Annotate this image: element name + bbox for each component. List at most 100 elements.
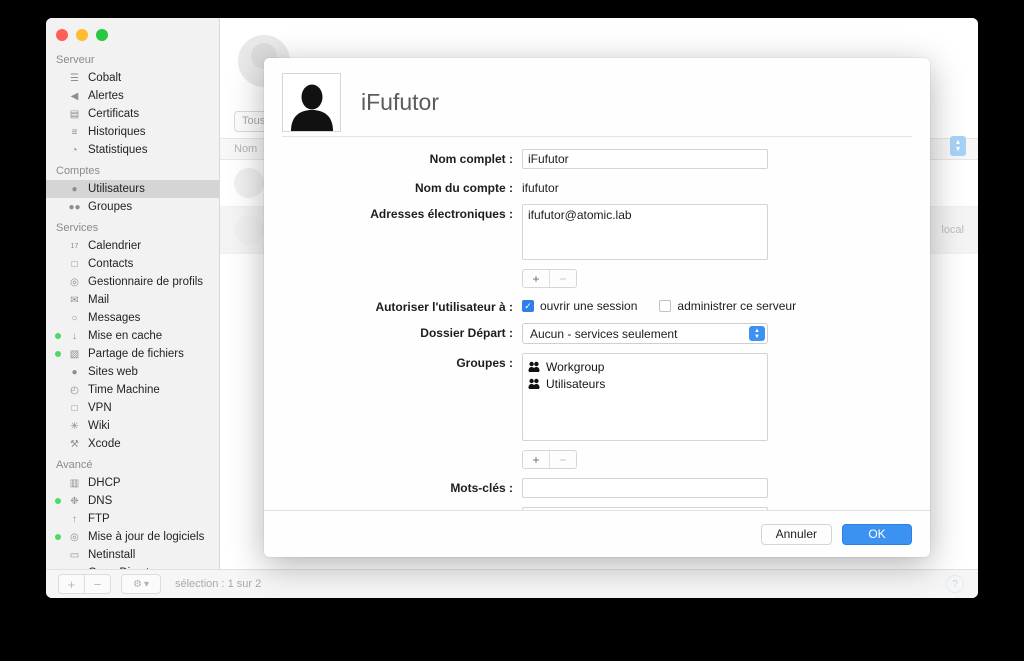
- sidebar-item-label: Netinstall: [88, 549, 136, 561]
- checkbox-admin[interactable]: [659, 300, 672, 312]
- sidebar-item-statistiques[interactable]: ◔ Statistiques: [46, 141, 219, 159]
- caching-icon: ↓: [72, 330, 77, 342]
- sidebar-group-title: Avancé: [56, 459, 93, 471]
- minimize-button[interactable]: [76, 29, 88, 41]
- status-dot: [55, 111, 61, 117]
- full-name-input[interactable]: iFufutor: [522, 149, 768, 169]
- ftp-icon: ↑: [72, 513, 77, 525]
- remove-email-button[interactable]: −: [550, 270, 576, 287]
- remove-user-button[interactable]: −: [85, 575, 110, 593]
- sidebar-item-sites-web[interactable]: ● Sites web: [46, 363, 219, 381]
- checkbox-login[interactable]: ✓: [522, 300, 534, 312]
- sidebar-item-alertes[interactable]: ◀ Alertes: [46, 87, 219, 105]
- status-dot: [55, 516, 61, 522]
- status-dot: [55, 480, 61, 486]
- close-button[interactable]: [56, 29, 68, 41]
- cancel-button[interactable]: Annuler: [760, 523, 832, 545]
- status-dot: [55, 186, 61, 192]
- status-dot: [55, 387, 61, 393]
- sidebar-item-label: Alertes: [88, 90, 124, 102]
- status-bar: + − ⚙ ▾ sélection : 1 sur 2 ?: [46, 569, 978, 598]
- calendar-icon: 17: [70, 242, 79, 250]
- sidebar-item-time-machine[interactable]: ◴ Time Machine: [46, 381, 219, 399]
- sidebar-item-utilisateurs[interactable]: ● Utilisateurs: [46, 180, 219, 198]
- add-user-button[interactable]: +: [59, 575, 85, 593]
- add-email-button[interactable]: +: [523, 270, 550, 287]
- status-dot: [55, 351, 61, 357]
- status-dot: [55, 297, 61, 303]
- status-dot: [55, 75, 61, 81]
- sidebar-item-groupes[interactable]: ●● Groupes: [46, 198, 219, 216]
- avatar: [234, 168, 264, 198]
- list-item[interactable]: Workgroup: [528, 358, 762, 375]
- sidebar-item-gestionnaire-de-profils[interactable]: ◎ Gestionnaire de profils: [46, 273, 219, 291]
- sidebar-item-dns[interactable]: ❉ DNS: [46, 492, 219, 510]
- sidebar-item-contacts[interactable]: □ Contacts: [46, 255, 219, 273]
- page-title: iFufutor: [361, 88, 439, 115]
- sidebar-item-historiques[interactable]: ≡ Historiques: [46, 123, 219, 141]
- sidebar-item-vpn[interactable]: □ VPN: [46, 399, 219, 417]
- time-machine-icon: ◴: [70, 384, 79, 396]
- sidebar-item-wiki[interactable]: ✳ Wiki: [46, 417, 219, 435]
- sidebar-item-messages[interactable]: ○ Messages: [46, 309, 219, 327]
- groups-list[interactable]: Workgroup Utilisateurs: [522, 353, 768, 441]
- sidebar-group-title: Services: [56, 222, 99, 234]
- messages-icon: ○: [71, 312, 78, 324]
- sidebar-item-calendrier[interactable]: 17 Calendrier: [46, 237, 219, 255]
- sidebar-item-label: VPN: [88, 402, 112, 414]
- sidebar-item-partage-de-fichiers[interactable]: ▧ Partage de fichiers: [46, 345, 219, 363]
- add-group-button[interactable]: +: [523, 451, 550, 468]
- netinstall-icon: ▭: [69, 549, 80, 561]
- chevron-down-icon: ▼: [954, 146, 962, 153]
- groups-add-remove-control[interactable]: + −: [522, 450, 577, 469]
- sidebar-item-dhcp[interactable]: ▥ DHCP: [46, 474, 219, 492]
- sidebar-item-netinstall[interactable]: ▭ Netinstall: [46, 546, 219, 564]
- field-label: Autoriser l'utilisateur à :: [375, 300, 513, 314]
- group-name: Utilisateurs: [546, 376, 606, 391]
- sidebar-item-mise-en-cache[interactable]: ↓ Mise en cache: [46, 327, 219, 345]
- stepper-control[interactable]: ▲ ▼: [950, 136, 966, 156]
- field-label: Adresses électroniques :: [370, 207, 513, 221]
- software-update-icon: ◎: [70, 531, 79, 543]
- sidebar-item-label: Contacts: [88, 258, 134, 270]
- sidebar-item-ftp[interactable]: ↑ FTP: [46, 510, 219, 528]
- keywords-input[interactable]: [522, 478, 768, 498]
- user-edit-dialog: iFufutor Nom complet : iFufutor Nom du c…: [264, 58, 930, 557]
- chevron-updown-icon: ▲ ▼: [749, 326, 765, 341]
- user-silhouette-icon[interactable]: [282, 72, 341, 132]
- remove-group-button[interactable]: −: [550, 451, 576, 468]
- sidebar-item-label: Wiki: [88, 420, 110, 432]
- action-gear-menu[interactable]: ⚙ ▾: [121, 574, 161, 594]
- field-keywords: Mots-clés :: [264, 478, 930, 498]
- field-allow-user: Autoriser l'utilisateur à : ✓ ouvrir une…: [264, 297, 930, 314]
- sidebar-item-xcode[interactable]: ⚒ Xcode: [46, 435, 219, 453]
- window-controls[interactable]: [56, 29, 108, 41]
- help-button[interactable]: ?: [946, 575, 964, 593]
- home-folder-select[interactable]: Aucun - services seulement ▲ ▼: [522, 323, 768, 344]
- emails-input[interactable]: ifufutor@atomic.lab: [522, 204, 768, 260]
- zoom-button[interactable]: [96, 29, 108, 41]
- sidebar-item-label: Cobalt: [88, 72, 122, 84]
- field-label: Nom du compte :: [415, 181, 513, 195]
- sidebar: Serveur ☰ Cobalt ◀ Alertes ▤ Certificats ≡ Histo…: [46, 18, 220, 569]
- list-item[interactable]: Utilisateurs: [528, 375, 762, 392]
- group-icon: ●●: [68, 201, 81, 213]
- emails-add-remove-control[interactable]: + −: [522, 269, 577, 288]
- vpn-icon: □: [71, 402, 78, 414]
- sidebar-item-label: Sites web: [88, 366, 138, 378]
- field-label: Dossier Départ :: [420, 326, 513, 340]
- selection-status: sélection : 1 sur 2: [175, 578, 262, 590]
- status-dot: [55, 93, 61, 99]
- notes-input[interactable]: [522, 507, 768, 510]
- mail-icon: ✉: [70, 294, 79, 306]
- sidebar-item-mise-jour-de-logiciels[interactable]: ◎ Mise à jour de logiciels: [46, 528, 219, 546]
- field-label: Nom complet :: [429, 152, 513, 166]
- sidebar-item-mail[interactable]: ✉ Mail: [46, 291, 219, 309]
- sidebar-item-label: Xcode: [88, 438, 121, 450]
- sidebar-group-title: Comptes: [56, 165, 101, 177]
- sidebar-item-cobalt[interactable]: ☰ Cobalt: [46, 69, 219, 87]
- sidebar-item-certificats[interactable]: ▤ Certificats: [46, 105, 219, 123]
- screen: Serveur ☰ Cobalt ◀ Alertes ▤ Certificats ≡ Histo…: [0, 0, 1024, 661]
- ok-button[interactable]: OK: [842, 523, 912, 545]
- add-remove-segmented-control[interactable]: + −: [58, 574, 111, 594]
